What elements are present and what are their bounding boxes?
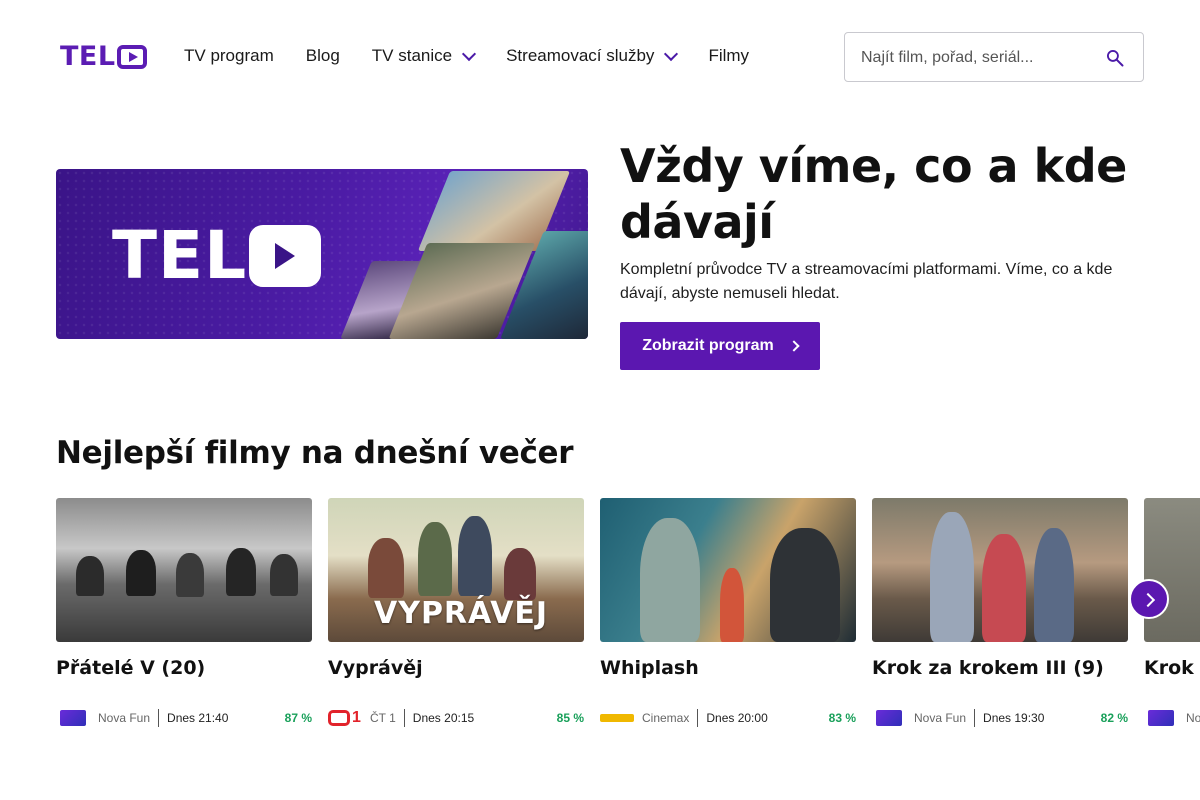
movie-meta: Nova Fun: [1144, 708, 1200, 728]
play-icon: [249, 225, 322, 287]
nav-item-label: Streamovací služby: [506, 46, 655, 65]
nav-item-label: Blog: [305, 46, 340, 65]
figure: [418, 522, 452, 596]
nav-item-blog[interactable]: Blog: [306, 46, 340, 66]
divider: [974, 709, 976, 727]
hero-banner-image: TEL: [56, 169, 588, 339]
nova-fun-logo: [876, 710, 902, 726]
movie-meta: Nova Fun Dnes 21:40 87 %: [56, 708, 312, 728]
site-header: TEL TV program Blog TV stanice Streamova…: [0, 0, 1200, 112]
air-time: Dnes 20:15: [412, 711, 475, 725]
movie-carousel: Přátelé V (20) Nova Fun Dnes 21:40 87 % …: [56, 498, 1200, 758]
hero-subtitle: Kompletní průvodce TV a streamovacími pl…: [620, 261, 1113, 302]
section-title: Nejlepší filmy na dnešní večer: [56, 435, 574, 471]
ct1-logo: 1: [328, 710, 362, 726]
nav-item-tv-stanice[interactable]: TV stanice: [371, 46, 477, 66]
main-nav: TV program Blog TV stanice Streamovací s…: [184, 44, 749, 68]
banner-logo-text: TEL: [112, 217, 248, 294]
nav-item-streamovaci-sluzby[interactable]: Streamovací služby: [506, 46, 679, 66]
figure: [930, 512, 974, 642]
hero-title: Vždy víme, co a kde dávají: [620, 139, 1127, 249]
movie-title[interactable]: Krok za krokem: [1144, 655, 1200, 681]
banner-logo: TEL: [112, 217, 322, 294]
nova-fun-logo: [60, 710, 86, 726]
figure: [458, 516, 492, 596]
figure: [1034, 528, 1074, 642]
channel-name: Cinemax: [642, 711, 690, 725]
movie-title[interactable]: Vyprávěj: [328, 655, 423, 681]
channel-name: Nova Fun: [1186, 711, 1200, 725]
movie-meta: Cinemax Dnes 20:00 83 %: [600, 708, 856, 728]
movie-meta: Nova Fun Dnes 19:30 82 %: [872, 708, 1128, 728]
figure: [270, 554, 298, 596]
air-time: Dnes 20:00: [706, 711, 768, 725]
play-icon: [116, 45, 147, 69]
cinemax-logo: [600, 714, 634, 722]
rating-score: 87 %: [284, 711, 312, 725]
movie-title[interactable]: Krok za krokem III (9): [872, 655, 1104, 681]
movie-thumbnail[interactable]: [872, 498, 1128, 642]
show-program-button[interactable]: Zobrazit program: [620, 322, 820, 370]
nav-item-tv-program[interactable]: TV program: [184, 46, 274, 66]
logo-text: TEL: [60, 41, 116, 72]
chevron-down-icon: [462, 46, 477, 62]
rating-score: 83 %: [828, 711, 856, 725]
movie-thumbnail[interactable]: [56, 498, 312, 642]
movie-title[interactable]: Whiplash: [600, 655, 699, 681]
figure: [368, 538, 404, 598]
movie-card[interactable]: VYPRÁVĚJ Vyprávěj 1 ČT 1 Dnes 20:15 85 %: [328, 498, 584, 748]
chevron-right-icon: [788, 340, 800, 352]
search-input[interactable]: [861, 46, 1091, 70]
figure: [640, 518, 700, 642]
movie-card[interactable]: Whiplash Cinemax Dnes 20:00 83 %: [600, 498, 856, 748]
divider: [403, 709, 405, 727]
thumbnail-title-text: VYPRÁVĚJ: [374, 596, 549, 631]
chevron-right-icon: [1140, 592, 1156, 608]
movie-title[interactable]: Přátelé V (20): [56, 655, 205, 681]
carousel-next-button[interactable]: [1129, 579, 1169, 619]
movie-card[interactable]: Přátelé V (20) Nova Fun Dnes 21:40 87 %: [56, 498, 312, 748]
button-label: Zobrazit program: [642, 337, 774, 354]
nav-item-filmy[interactable]: Filmy: [708, 46, 749, 66]
figure: [126, 550, 156, 596]
channel-name: Nova Fun: [98, 711, 151, 725]
nav-item-label: TV program: [184, 46, 274, 65]
divider: [697, 709, 699, 727]
search-box: [844, 32, 1144, 82]
movie-thumbnail[interactable]: VYPRÁVĚJ: [328, 498, 584, 642]
divider: [158, 709, 160, 727]
rating-score: 85 %: [556, 711, 584, 725]
figure: [982, 534, 1026, 642]
air-time: Dnes 19:30: [983, 711, 1045, 725]
figure: [720, 568, 744, 642]
channel-name: ČT 1: [370, 711, 396, 725]
figure: [226, 548, 256, 596]
movie-thumbnail[interactable]: [1144, 498, 1200, 642]
movie-thumbnail[interactable]: [600, 498, 856, 642]
chevron-down-icon: [664, 46, 679, 62]
search-icon[interactable]: [1105, 48, 1125, 68]
rating-score: 82 %: [1100, 711, 1128, 725]
figure: [770, 528, 840, 642]
nav-item-label: Filmy: [708, 46, 750, 65]
nova-fun-logo: [1148, 710, 1174, 726]
channel-name: Nova Fun: [914, 711, 967, 725]
figure: [176, 553, 204, 597]
air-time: Dnes 21:40: [167, 711, 229, 725]
movie-card[interactable]: Krok za krokem Nova Fun: [1144, 498, 1200, 748]
movie-card[interactable]: Krok za krokem III (9) Nova Fun Dnes 19:…: [872, 498, 1128, 748]
figure: [504, 548, 536, 600]
telo-logo[interactable]: TEL: [60, 41, 147, 72]
figure: [76, 556, 104, 596]
nav-item-label: TV stanice: [371, 46, 453, 65]
movie-meta: 1 ČT 1 Dnes 20:15 85 %: [328, 708, 584, 728]
